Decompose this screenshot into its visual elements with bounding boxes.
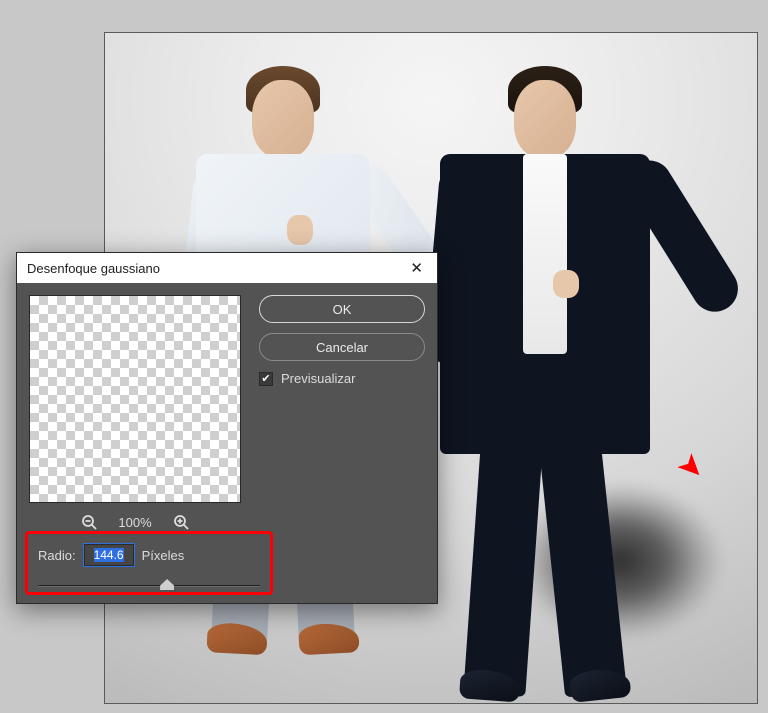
slider-track — [38, 585, 260, 587]
gaussian-blur-dialog: Desenfoque gaussiano ✕ 100% OK Cancelar … — [16, 252, 438, 604]
zoom-level: 100% — [118, 515, 151, 530]
close-button[interactable]: ✕ — [404, 257, 429, 280]
radius-input[interactable] — [84, 544, 134, 566]
radius-label: Radio: — [38, 548, 76, 563]
checkbox-icon: ✔ — [259, 372, 273, 386]
slider-thumb[interactable] — [160, 579, 174, 590]
dialog-titlebar[interactable]: Desenfoque gaussiano ✕ — [17, 253, 437, 283]
zoom-in-icon — [173, 514, 189, 530]
radius-units: Píxeles — [142, 548, 185, 563]
radius-controls-highlight: Radio: Píxeles — [25, 531, 273, 595]
zoom-out-button[interactable] — [78, 511, 100, 533]
filter-preview[interactable] — [29, 295, 241, 503]
ok-button[interactable]: OK — [259, 295, 425, 323]
zoom-out-icon — [81, 514, 97, 530]
preview-label: Previsualizar — [281, 371, 355, 386]
radius-slider[interactable] — [38, 580, 260, 592]
cancel-button[interactable]: Cancelar — [259, 333, 425, 361]
subject-right — [430, 50, 660, 650]
preview-checkbox[interactable]: ✔ Previsualizar — [259, 371, 425, 386]
dialog-title: Desenfoque gaussiano — [27, 261, 160, 276]
zoom-in-button[interactable] — [170, 511, 192, 533]
